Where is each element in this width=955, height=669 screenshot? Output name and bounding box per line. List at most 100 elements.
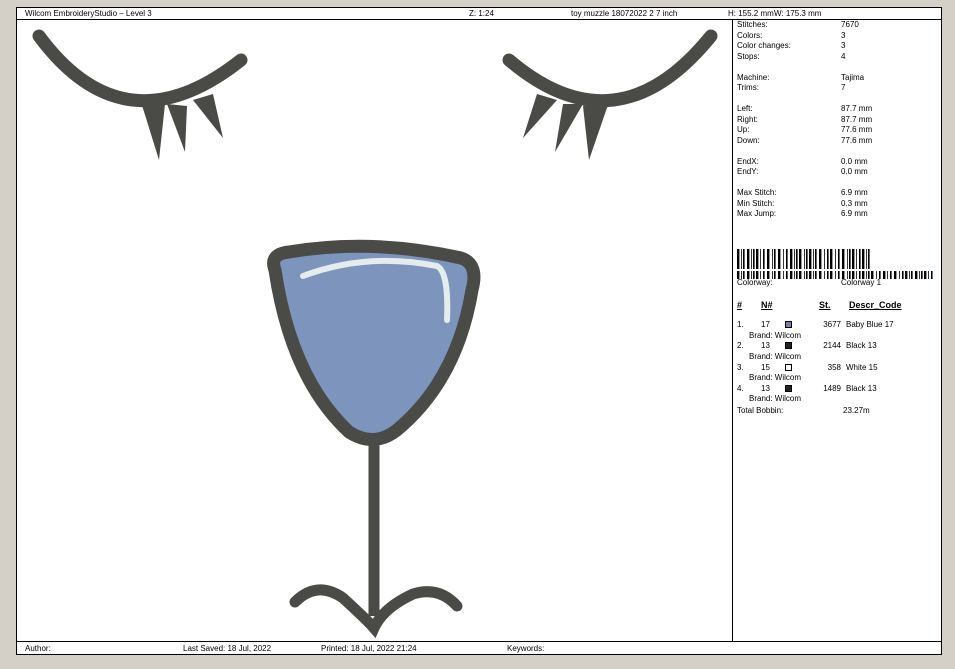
stat-label: Color changes: [737, 41, 791, 50]
stat-row: Up: 77.6 mm [737, 125, 872, 134]
stat-label: EndX: [737, 156, 759, 166]
barcode-bar [919, 271, 920, 279]
barcode-bar [931, 271, 933, 279]
barcode-bar [866, 249, 867, 269]
colorway-row: Colorway: Colorway 1 [737, 278, 881, 287]
stat-value: 0.0 mm [841, 156, 868, 166]
barcode-bar [790, 249, 793, 269]
barcode-bar [806, 271, 808, 279]
bobbin-value: 23.27m [843, 406, 870, 415]
color-description: Black 13 [846, 341, 877, 351]
stat-value: 0.3 mm [841, 198, 868, 208]
barcode-bar [921, 271, 923, 279]
color-number: 13 [761, 341, 770, 351]
barcode-bar [815, 249, 817, 269]
barcode-bar [790, 271, 793, 279]
color-row: 1. 17 3677 Baby Blue 17 Brand: Wilcom [737, 320, 937, 342]
last-saved: Last Saved: 18 Jul, 2022 [183, 644, 272, 653]
stat-row: Stops: 4 [737, 51, 845, 61]
barcode-bar [794, 249, 795, 269]
barcode-bar [887, 271, 888, 279]
barcode-bar [868, 249, 870, 269]
color-description: Black 13 [846, 383, 877, 393]
barcode-bar [838, 249, 840, 269]
design-canvas [17, 20, 733, 641]
design-name: toy muzzle 18072022 2 7 inch [571, 9, 678, 18]
stat-value: 0.0 mm [841, 167, 868, 176]
embroidery-design [32, 29, 718, 639]
barcode-bar [796, 249, 798, 269]
stat-value: 7 [841, 83, 846, 92]
column-header-stitches: St. [819, 300, 831, 310]
stat-value: 87.7 mm [841, 114, 873, 124]
stat-value: 6.9 mm [841, 209, 868, 218]
barcode-bar [835, 271, 836, 279]
barcode-bar [747, 249, 750, 269]
color-swatch [785, 384, 792, 392]
barcode-bar [778, 271, 781, 279]
barcode-bar [883, 271, 886, 279]
stat-label: Left: [737, 104, 753, 113]
barcode-bar [862, 249, 865, 269]
color-row: 2. 13 2144 Black 13 Brand: Wilcom [737, 341, 937, 363]
barcode-bar [806, 249, 808, 269]
barcode-bar [737, 249, 740, 269]
stat-label: Max Jump: [737, 209, 777, 218]
stat-value: 3 [841, 41, 846, 50]
author-label: Author: [25, 644, 51, 653]
barcode-bar [852, 249, 855, 269]
stat-label: Stops: [737, 51, 760, 61]
color-stitches: 358 [827, 362, 841, 372]
color-stitches: 2144 [823, 341, 841, 351]
stat-row: Color changes: 3 [737, 41, 845, 50]
mouth [289, 434, 463, 639]
color-row: 4. 13 1489 Black 13 Brand: Wilcom [737, 384, 937, 406]
stat-label: Up: [737, 125, 750, 134]
print-preview-sheet: Wilcom EmbroideryStudio – Level 3 Z: 1:2… [16, 7, 942, 655]
barcode-bar [809, 249, 812, 269]
footer-bar: Author: Last Saved: 18 Jul, 2022 Printed… [17, 641, 941, 655]
color-index: 1. [737, 320, 744, 329]
barcode-bar [813, 271, 814, 279]
stat-row: Down: 77.6 mm [737, 136, 872, 145]
stat-label: Right: [737, 114, 758, 124]
stat-label: EndY: [737, 167, 759, 176]
stat-label: Machine: [737, 72, 770, 82]
barcode [737, 249, 935, 279]
barcode-bar [783, 271, 784, 279]
barcode-bar [819, 271, 822, 279]
stat-row: EndY: 0.0 mm [737, 167, 868, 176]
stat-label: Max Stitch: [737, 188, 777, 197]
right-eye [502, 29, 718, 160]
header-bar: Wilcom EmbroideryStudio – Level 3 Z: 1:2… [17, 8, 941, 20]
design-width: W: 175.3 mm [774, 9, 822, 18]
barcode-bar [774, 271, 776, 279]
bobbin-row: Total Bobbin: 23.27m [737, 406, 870, 415]
barcode-bar [743, 249, 745, 269]
design-height: H: 155.2 mm [728, 9, 774, 18]
barcode-bar [796, 271, 798, 279]
color-brand: Brand: Wilcom [749, 351, 802, 361]
stat-label: Trims: [737, 83, 759, 92]
stat-row: Right: 87.7 mm [737, 114, 872, 124]
stat-value: 77.6 mm [841, 125, 873, 134]
color-index: 3. [737, 362, 744, 372]
barcode-bar [827, 249, 829, 269]
stat-value: Tajima [841, 72, 865, 82]
color-brand: Brand: Wilcom [749, 394, 802, 404]
colorway-label: Colorway: [737, 278, 773, 287]
barcode-bar [830, 271, 833, 279]
stat-value: 6.9 mm [841, 188, 868, 197]
barcode-bar [813, 249, 814, 269]
stat-row: Max Jump: 6.9 mm [737, 209, 868, 218]
keywords-label: Keywords: [507, 644, 545, 653]
barcode-bar [890, 271, 892, 279]
barcode-bar [915, 271, 918, 279]
barcode-bar [909, 271, 910, 279]
stat-row: Max Stitch: 6.9 mm [737, 188, 868, 197]
barcode-bar [827, 271, 829, 279]
stat-label: Stitches: [737, 20, 768, 29]
barcode-bar [783, 249, 784, 269]
stat-value: 4 [841, 51, 846, 61]
barcode-bar [760, 249, 761, 269]
